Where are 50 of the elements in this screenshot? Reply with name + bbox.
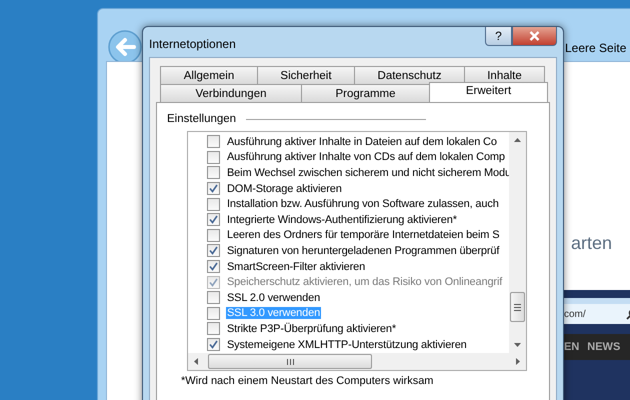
- tab[interactable]: Erweitert: [429, 82, 548, 102]
- setting-label[interactable]: Signaturen von heruntergeladenen Programmen überprüf: [226, 244, 500, 257]
- horizontal-scrollbar[interactable]: [188, 353, 526, 370]
- checkbox[interactable]: [207, 322, 220, 336]
- checkbox[interactable]: [207, 260, 220, 274]
- setting-label[interactable]: Ausführung aktiver Inhalte in Dateien auf dem lokalen Co: [226, 136, 498, 148]
- scroll-thumb[interactable]: [510, 292, 525, 322]
- checkbox[interactable]: [207, 135, 220, 148]
- setting-label[interactable]: SmartScreen-Filter aktivieren: [226, 260, 366, 273]
- checkbox[interactable]: [207, 198, 220, 211]
- checkbox[interactable]: [207, 228, 220, 242]
- checkbox[interactable]: [207, 213, 220, 226]
- close-button[interactable]: [512, 27, 557, 46]
- tab[interactable]: Programme: [301, 84, 430, 102]
- checkbox[interactable]: [207, 150, 220, 164]
- checkbox[interactable]: [207, 166, 220, 180]
- group-label: Einstellungen: [167, 113, 236, 125]
- setting-label[interactable]: Systemeigene XMLHTTP-Unterstützung aktivieren: [226, 338, 468, 351]
- tab[interactable]: Verbindungen: [160, 84, 302, 102]
- nav-link[interactable]: EN: [564, 341, 580, 353]
- checkbox[interactable]: [207, 306, 220, 320]
- scroll-down-icon[interactable]: [514, 343, 521, 347]
- setting-label[interactable]: Leeren des Ordners für temporäre Internetdateien beim S: [226, 229, 500, 242]
- setting-label[interactable]: Integrierte Windows-Authentifizierung aktivieren*: [226, 214, 458, 226]
- scroll-up-icon[interactable]: [514, 138, 521, 142]
- setting-label[interactable]: SSL 2.0 verwenden: [226, 292, 322, 304]
- address-field[interactable]: com/: [562, 298, 630, 324]
- footnote: *Wird nach einem Neustart des Computers wirksam: [181, 375, 434, 387]
- checkbox[interactable]: [207, 244, 220, 258]
- tab[interactable]: Sicherheit: [257, 66, 355, 84]
- setting-label[interactable]: DOM-Storage aktivieren: [226, 182, 343, 195]
- nav-link[interactable]: NEWS: [587, 341, 620, 353]
- help-button[interactable]: ?: [485, 27, 512, 46]
- page-heading: arten: [571, 233, 612, 254]
- checkbox[interactable]: [207, 338, 220, 352]
- setting-label[interactable]: Ausführung aktiver Inhalte von CDs auf dem lokalen Comp: [226, 151, 506, 164]
- setting-label[interactable]: Strikte P3P-Überprüfung aktivieren*: [226, 322, 397, 335]
- window-title: Internetoptionen: [148, 36, 236, 53]
- tab[interactable]: Datenschutz: [354, 66, 465, 84]
- checkbox[interactable]: [207, 182, 220, 196]
- scroll-thumb[interactable]: [208, 354, 372, 369]
- tab[interactable]: Allgemein: [160, 66, 258, 84]
- checkbox[interactable]: [207, 291, 220, 304]
- scroll-right-icon[interactable]: [516, 358, 520, 365]
- tab-title[interactable]: Leere Seite: [565, 41, 626, 55]
- setting-label[interactable]: Installation bzw. Ausführung von Software zulassen, auch: [226, 198, 500, 210]
- address-text: com/: [564, 308, 586, 320]
- vertical-scrollbar[interactable]: [509, 132, 526, 353]
- scroll-left-icon[interactable]: [194, 358, 198, 365]
- close-icon: [529, 31, 540, 41]
